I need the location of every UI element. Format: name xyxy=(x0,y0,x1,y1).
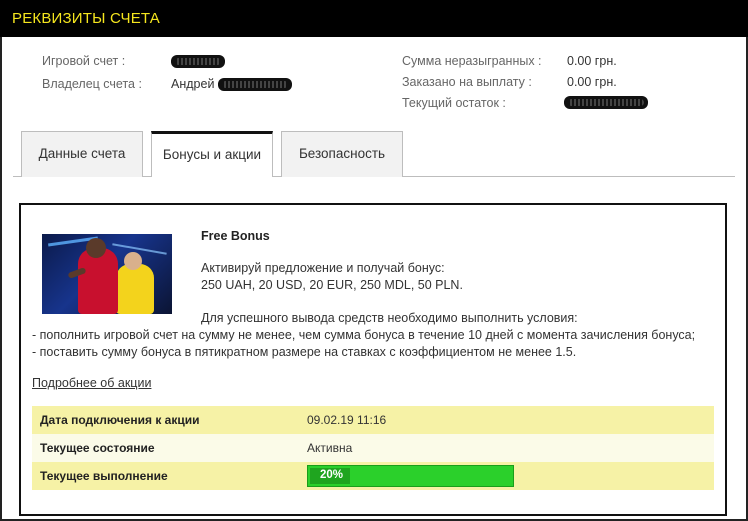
bonus-conditions-heading: Для успешного вывода средств необходимо … xyxy=(201,311,578,325)
status-label: Текущее состояние xyxy=(40,441,155,455)
balance-redacted xyxy=(564,96,648,109)
progress-bar: 20% xyxy=(307,465,514,487)
bonus-description: Активируй предложение и получай бонус: xyxy=(201,261,445,275)
status-value: Активна xyxy=(307,441,353,455)
tab-account-data[interactable]: Данные счета xyxy=(21,131,143,177)
progress-percent: 20% xyxy=(320,469,344,481)
detail-row-status: Текущее состояние Активна xyxy=(32,434,714,462)
bonus-amounts: 250 UAH, 20 USD, 20 EUR, 250 MDL, 50 PLN… xyxy=(201,278,463,292)
game-account-redacted xyxy=(171,55,225,68)
more-info-link[interactable]: Подробнее об акции xyxy=(32,376,151,390)
balance-label: Текущий остаток : xyxy=(402,96,506,110)
progress-label: Текущее выполнение xyxy=(40,469,168,483)
bonus-title: Free Bonus xyxy=(201,229,270,243)
bonus-condition-1: - пополнить игровой счет на сумму не мен… xyxy=(32,328,696,342)
tab-security[interactable]: Безопасность xyxy=(281,131,403,177)
unplayed-label: Сумма неразыгранных : xyxy=(402,54,542,68)
game-account-label: Игровой счет : xyxy=(42,54,126,68)
owner-surname-redacted xyxy=(218,78,292,91)
bonus-condition-2: - поставить сумму бонуса в пятикратном р… xyxy=(32,345,577,359)
owner-label: Владелец счета : xyxy=(42,77,142,91)
owner-value: Андрей xyxy=(171,77,215,91)
withdraw-label: Заказано на выплату : xyxy=(402,75,532,89)
date-label: Дата подключения к акции xyxy=(40,413,200,427)
tab-bonuses[interactable]: Бонусы и акции xyxy=(151,131,273,177)
unplayed-value: 0.00 грн. xyxy=(567,54,617,68)
detail-row-date: Дата подключения к акции 09.02.19 11:16 xyxy=(32,406,714,434)
withdraw-value: 0.00 грн. xyxy=(567,75,617,89)
page-title: РЕКВИЗИТЫ СЧЕТА xyxy=(12,10,160,27)
date-value: 09.02.19 11:16 xyxy=(307,413,387,427)
promo-image xyxy=(42,234,172,314)
title-bar: РЕКВИЗИТЫ СЧЕТА xyxy=(0,0,748,37)
